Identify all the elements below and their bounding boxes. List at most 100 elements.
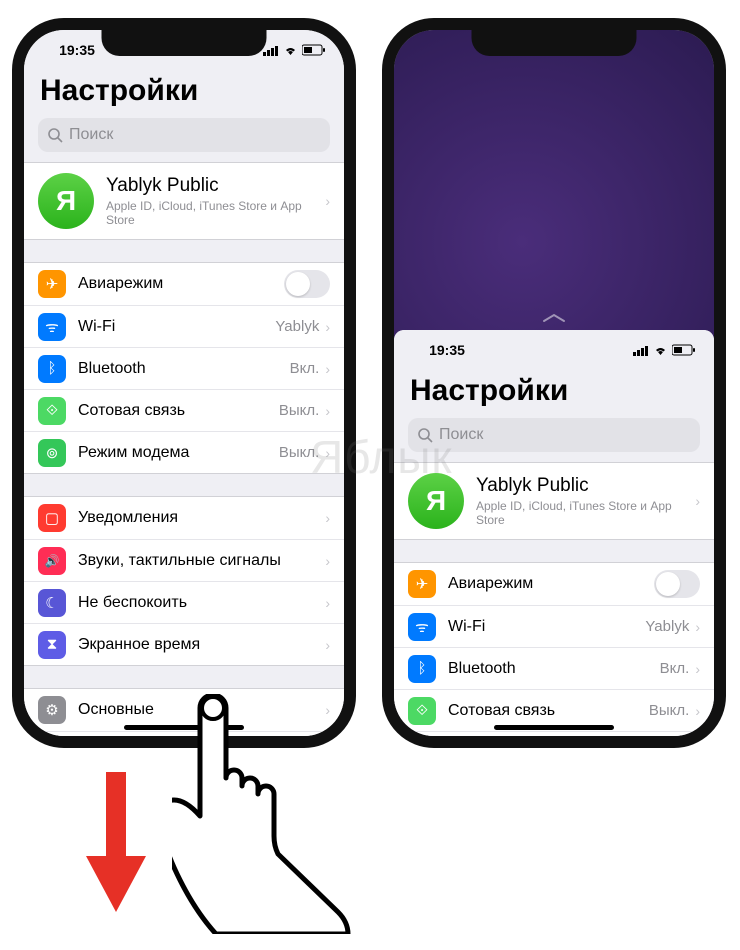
- search-field[interactable]: Поиск: [408, 418, 700, 452]
- row-label: Сотовая связь: [448, 702, 649, 720]
- row-apple-id[interactable]: Я Yablyk Public Apple ID, iCloud, iTunes…: [24, 163, 344, 239]
- bluetooth-icon: ᛒ: [408, 655, 436, 683]
- group-notifications: ▢ Уведомления › 🔊 Звуки, тактильные сигн…: [24, 496, 344, 666]
- status-icons: [633, 344, 696, 356]
- row-value: Yablyk: [645, 618, 689, 635]
- chevron-right-icon: ›: [325, 637, 330, 653]
- hotspot-icon: ⊚: [38, 439, 66, 467]
- cellular-signal-icon: [263, 45, 279, 56]
- row-control-center[interactable]: ⊞ Пункт управления ›: [24, 731, 344, 736]
- row-value: Вкл.: [290, 360, 320, 377]
- airplane-toggle[interactable]: [654, 570, 700, 598]
- chevron-right-icon: ›: [325, 193, 330, 209]
- screen-right: 19:35 Настройки Поиск Я: [394, 30, 714, 736]
- cellular-signal-icon: [633, 345, 649, 356]
- wifi-status-icon: [653, 345, 668, 356]
- search-field[interactable]: Поиск: [38, 118, 330, 152]
- row-label: Авиарежим: [448, 575, 654, 593]
- phone-frame-left: 19:35 Настройки Поиск Я Yablyk: [12, 18, 356, 748]
- cellular-icon: ⟐: [38, 397, 66, 425]
- airplane-icon: ✈: [38, 270, 66, 298]
- row-label: Экранное время: [78, 636, 325, 654]
- header: Настройки: [24, 70, 344, 114]
- row-label: Wi-Fi: [448, 618, 645, 636]
- row-airplane[interactable]: ✈ Авиарежим: [24, 263, 344, 305]
- row-dnd[interactable]: ☾ Не беспокоить ›: [24, 581, 344, 623]
- search-placeholder: Поиск: [69, 126, 113, 144]
- row-screentime[interactable]: ⧗ Экранное время ›: [24, 623, 344, 665]
- row-value: Выкл.: [649, 702, 689, 719]
- status-time: 19:35: [412, 342, 482, 358]
- row-label: Уведомления: [78, 509, 325, 527]
- chevron-right-icon: ›: [325, 319, 330, 335]
- row-notifications[interactable]: ▢ Уведомления ›: [24, 497, 344, 539]
- chevron-right-icon: ›: [325, 403, 330, 419]
- phone-frame-right: 19:35 Настройки Поиск Я: [382, 18, 726, 748]
- screen-left: 19:35 Настройки Поиск Я Yablyk: [24, 30, 344, 736]
- reachability-panel: 19:35 Настройки Поиск Я: [394, 330, 714, 736]
- sounds-icon: 🔊: [38, 547, 66, 575]
- home-indicator[interactable]: [124, 725, 244, 730]
- screentime-icon: ⧗: [38, 631, 66, 659]
- row-label: Режим модема: [78, 444, 279, 462]
- battery-icon: [672, 344, 696, 356]
- row-wifi[interactable]: ᯤ Wi-Fi Yablyk ›: [24, 305, 344, 347]
- notch: [102, 28, 267, 56]
- row-apple-id[interactable]: Я Yablyk Public Apple ID, iCloud, iTunes…: [394, 463, 714, 539]
- swipe-down-arrow-icon: [86, 772, 146, 912]
- bluetooth-icon: ᛒ: [38, 355, 66, 383]
- search-icon: [48, 128, 63, 143]
- search-placeholder: Поиск: [439, 426, 483, 444]
- row-wifi[interactable]: ᯤ Wi-Fi Yablyk ›: [394, 605, 714, 647]
- row-label: Сотовая связь: [78, 402, 279, 420]
- row-hotspot[interactable]: ⊚ Режим модема Выкл. ›: [24, 431, 344, 473]
- status-bar: 19:35: [394, 330, 714, 370]
- row-cellular[interactable]: ⟐ Сотовая связь Выкл. ›: [24, 389, 344, 431]
- reachability-chevron-icon: [542, 313, 566, 323]
- row-label: Bluetooth: [78, 360, 290, 378]
- header: Настройки: [394, 370, 714, 414]
- avatar: Я: [408, 473, 464, 529]
- notch: [472, 28, 637, 56]
- notifications-icon: ▢: [38, 504, 66, 532]
- group-connectivity: ✈ Авиарежим ᯤ Wi-Fi Yablyk › ᛒ Bluetooth…: [24, 262, 344, 474]
- status-time: 19:35: [42, 42, 112, 58]
- group-connectivity: ✈ Авиарежим ᯤ Wi-Fi Yablyk › ᛒ Bluetooth…: [394, 562, 714, 736]
- chevron-right-icon: ›: [695, 703, 700, 719]
- profile-name: Yablyk Public: [476, 475, 695, 497]
- row-airplane[interactable]: ✈ Авиарежим: [394, 563, 714, 605]
- row-label: Основные: [78, 701, 325, 719]
- profile-name: Yablyk Public: [106, 175, 325, 197]
- wifi-icon: ᯤ: [408, 613, 436, 641]
- row-value: Yablyk: [275, 318, 319, 335]
- wifi-icon: ᯤ: [38, 313, 66, 341]
- profile-text: Yablyk Public Apple ID, iCloud, iTunes S…: [476, 475, 695, 527]
- chevron-right-icon: ›: [695, 661, 700, 677]
- chevron-right-icon: ›: [325, 445, 330, 461]
- row-hotspot[interactable]: ⊚ Режим модема Выкл. ›: [394, 731, 714, 736]
- row-value: Выкл.: [279, 444, 319, 461]
- wifi-status-icon: [283, 45, 298, 56]
- page-title: Настройки: [40, 74, 328, 108]
- airplane-icon: ✈: [408, 570, 436, 598]
- row-bluetooth[interactable]: ᛒ Bluetooth Вкл. ›: [24, 347, 344, 389]
- profile-subtitle: Apple ID, iCloud, iTunes Store и App Sto…: [476, 499, 695, 527]
- cellular-icon: ⟐: [408, 697, 436, 725]
- chevron-right-icon: ›: [695, 493, 700, 509]
- chevron-right-icon: ›: [325, 702, 330, 718]
- profile-subtitle: Apple ID, iCloud, iTunes Store и App Sto…: [106, 199, 325, 227]
- row-value: Вкл.: [660, 660, 690, 677]
- row-label: Не беспокоить: [78, 594, 325, 612]
- airplane-toggle[interactable]: [284, 270, 330, 298]
- chevron-right-icon: ›: [325, 595, 330, 611]
- row-bluetooth[interactable]: ᛒ Bluetooth Вкл. ›: [394, 647, 714, 689]
- row-label: Bluetooth: [448, 660, 660, 678]
- avatar: Я: [38, 173, 94, 229]
- battery-icon: [302, 44, 326, 56]
- home-indicator[interactable]: [494, 725, 614, 730]
- profile-text: Yablyk Public Apple ID, iCloud, iTunes S…: [106, 175, 325, 227]
- dnd-icon: ☾: [38, 589, 66, 617]
- chevron-right-icon: ›: [325, 553, 330, 569]
- row-label: Звуки, тактильные сигналы: [78, 552, 325, 570]
- row-sounds[interactable]: 🔊 Звуки, тактильные сигналы ›: [24, 539, 344, 581]
